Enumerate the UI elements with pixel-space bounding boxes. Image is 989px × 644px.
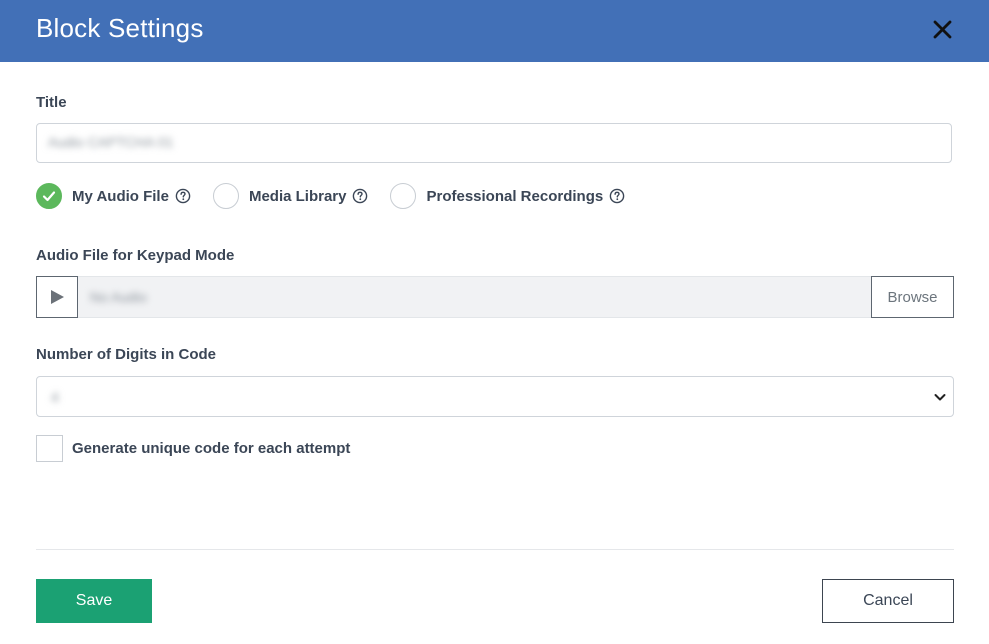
audio-file-label: Audio File for Keypad Mode (36, 247, 235, 264)
radio-unchecked-indicator[interactable] (390, 183, 417, 209)
audio-file-field: No Audio (78, 276, 871, 318)
modal-title: Block Settings (36, 13, 204, 43)
radio-label-professional-recordings: Professional Recordings (426, 187, 604, 205)
check-icon (42, 191, 56, 202)
browse-button[interactable]: Browse (871, 276, 954, 318)
save-button[interactable]: Save (36, 579, 152, 623)
question-circle-icon[interactable] (352, 188, 368, 204)
digits-label: Number of Digits in Code (36, 346, 216, 363)
question-circle-icon[interactable] (609, 188, 625, 204)
radio-media-library[interactable]: Media Library (212, 183, 369, 209)
close-button[interactable] (926, 13, 960, 47)
block-settings-modal: Block Settings Title Audio CAPTCHA 01 My… (0, 0, 989, 644)
audio-file-row: No Audio Browse (36, 276, 954, 318)
modal-header: Block Settings (0, 0, 989, 62)
digits-select-value: 4 (51, 389, 59, 405)
title-input[interactable] (36, 123, 952, 163)
chevron-down-icon (934, 394, 946, 401)
question-circle-icon[interactable] (175, 188, 191, 204)
unique-code-label: Generate unique code for each attempt (72, 440, 351, 457)
title-label: Title (36, 94, 67, 111)
footer-divider (36, 549, 954, 550)
digits-select[interactable]: 4 (36, 376, 954, 417)
audio-file-value: No Audio (90, 289, 147, 305)
close-icon (933, 20, 952, 39)
radio-professional-recordings[interactable]: Professional Recordings (390, 183, 625, 209)
audio-source-radio-group: My Audio File Media Library Professional… (36, 181, 647, 211)
play-button[interactable] (36, 276, 78, 318)
unique-code-row: Generate unique code for each attempt (36, 435, 350, 462)
play-icon (51, 290, 64, 304)
radio-label-media-library: Media Library (248, 187, 347, 205)
cancel-button[interactable]: Cancel (822, 579, 954, 623)
radio-my-audio-file[interactable]: My Audio File (36, 183, 191, 209)
radio-unchecked-indicator[interactable] (212, 183, 239, 209)
radio-checked-indicator[interactable] (36, 183, 62, 209)
radio-label-my-audio-file: My Audio File (72, 187, 169, 205)
unique-code-checkbox[interactable] (36, 435, 63, 462)
